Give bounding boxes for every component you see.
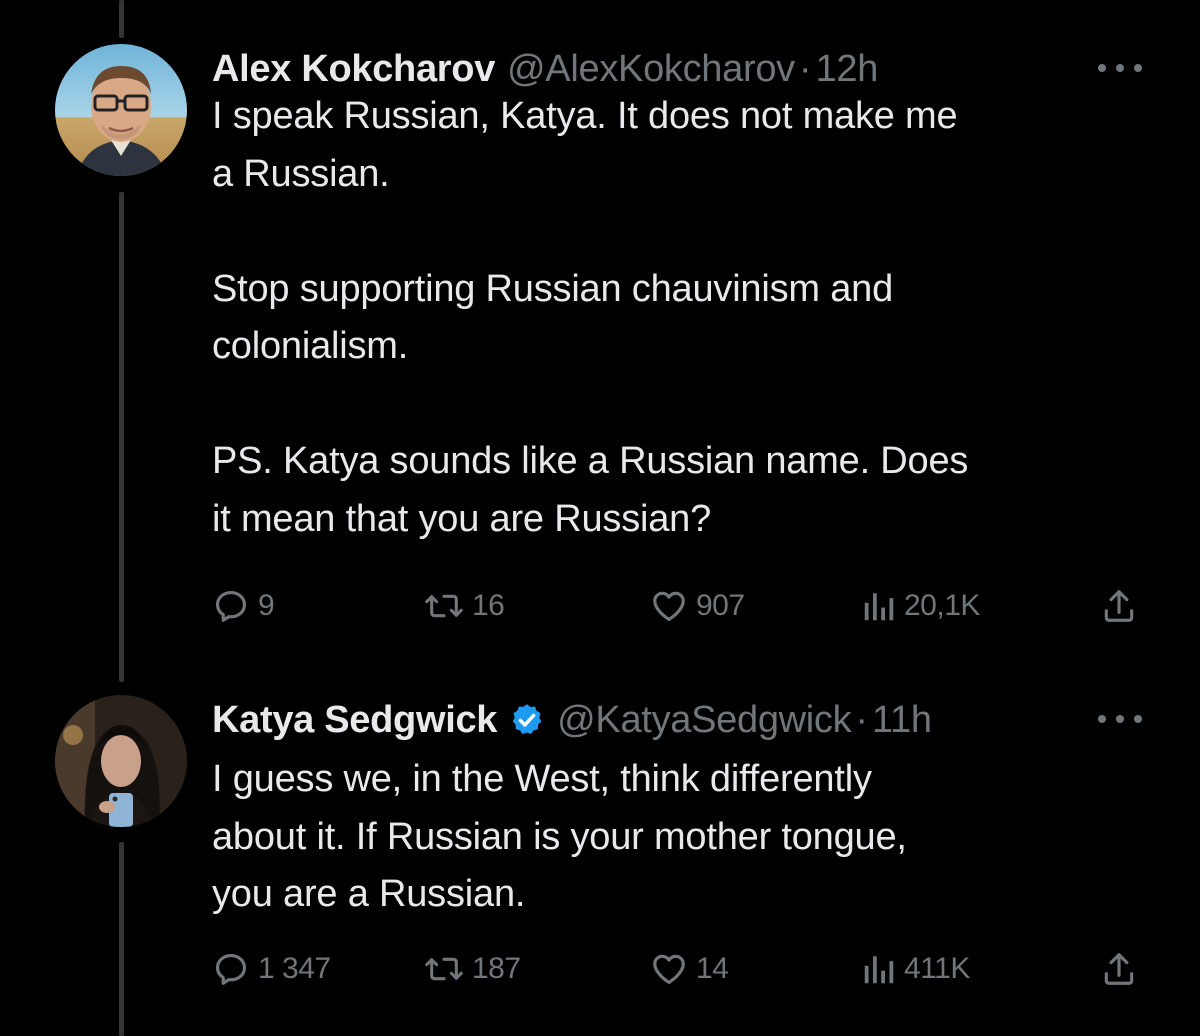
author-handle[interactable]: @AlexKokcharov <box>507 48 795 91</box>
thread-line-bottom <box>119 842 124 1036</box>
tweet-header: Alex Kokcharov @AlexKokcharov · 12h <box>212 44 878 94</box>
reply-count: 9 <box>258 589 275 622</box>
views-bar-chart-icon <box>864 593 894 621</box>
avatar-image <box>55 695 187 827</box>
repost-button[interactable]: 16 <box>424 581 505 631</box>
reply-button[interactable]: 9 <box>212 581 275 631</box>
like-button[interactable]: 907 <box>650 581 745 631</box>
tweet-header: Katya Sedgwick @KatyaSedgwick · 11h <box>212 695 932 745</box>
views-bar-chart-icon <box>864 956 894 984</box>
repost-count: 187 <box>472 952 521 985</box>
tweet-actions: 9 16 907 20,1K <box>212 581 1152 631</box>
more-options-icon[interactable] <box>1098 709 1142 729</box>
share-icon <box>1104 953 1134 985</box>
tweet-timestamp[interactable]: 12h <box>816 48 879 91</box>
share-button[interactable] <box>1100 581 1138 631</box>
reply-icon <box>215 590 247 622</box>
author-handle[interactable]: @KatyaSedgwick <box>557 699 851 742</box>
avatar-image <box>55 44 187 176</box>
tweet-actions: 1 347 187 14 411K <box>212 944 1152 994</box>
repost-count: 16 <box>472 589 505 622</box>
like-count: 14 <box>696 952 729 985</box>
verified-badge-icon <box>509 702 545 738</box>
separator-dot: · <box>798 47 812 90</box>
views-count: 411K <box>904 952 970 985</box>
views-count: 20,1K <box>904 589 980 622</box>
views-button[interactable]: 411K <box>862 944 970 994</box>
share-button[interactable] <box>1100 944 1138 994</box>
share-icon <box>1104 590 1134 622</box>
avatar[interactable] <box>55 44 187 176</box>
heart-icon <box>653 591 685 622</box>
separator-dot: · <box>855 698 868 741</box>
thread-line-connector <box>119 192 124 682</box>
repost-button[interactable]: 187 <box>424 944 521 994</box>
tweet-text: I speak Russian, Katya. It does not make… <box>212 95 969 540</box>
author-name[interactable]: Katya Sedgwick <box>212 699 497 742</box>
author-name[interactable]: Alex Kokcharov <box>212 48 495 91</box>
avatar[interactable] <box>55 695 187 827</box>
views-button[interactable]: 20,1K <box>862 581 980 631</box>
reply-count: 1 347 <box>258 952 331 985</box>
reply-icon <box>215 953 247 985</box>
repost-icon <box>425 594 463 618</box>
more-options-icon[interactable] <box>1098 58 1142 78</box>
heart-icon <box>653 954 685 985</box>
reply-button[interactable]: 1 347 <box>212 944 331 994</box>
like-count: 907 <box>696 589 745 622</box>
repost-icon <box>425 957 463 981</box>
like-button[interactable]: 14 <box>650 944 729 994</box>
tweet-text: I guess we, in the West, think different… <box>212 758 907 915</box>
tweet-timestamp[interactable]: 11h <box>872 699 932 742</box>
thread-line-top <box>119 0 124 38</box>
